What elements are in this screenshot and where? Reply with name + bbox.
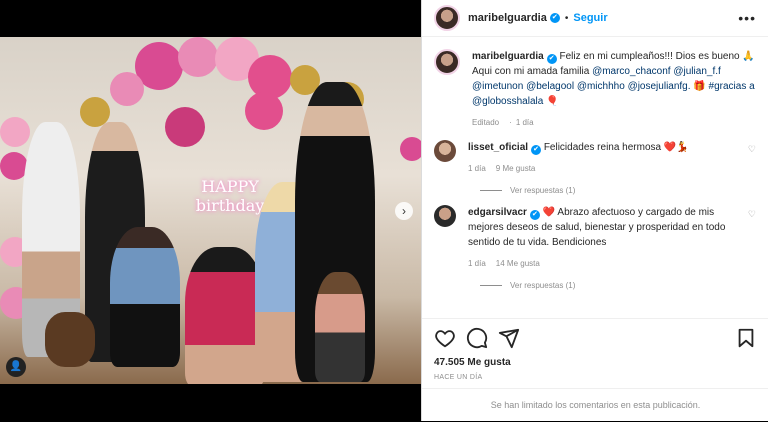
comment-text: edgarsilvacr ✔ ❤️ Abrazo afectuoso y carg… xyxy=(468,205,742,271)
comment-body: Felicidades reina hermosa ❤️💃 xyxy=(543,142,689,153)
view-replies[interactable]: Ver respuestas (1) xyxy=(480,281,756,290)
comment-icon[interactable] xyxy=(466,327,488,349)
media-bottom-bar xyxy=(0,384,421,421)
tagged-people-icon[interactable]: 👤 xyxy=(6,357,26,377)
comment-meta: 1 día 9 Me gusta xyxy=(468,161,742,176)
likes-count[interactable]: 47.505 Me gusta xyxy=(434,357,757,368)
caption-text: maribelguardia ✔ Feliz en mi cumpleaños!!… xyxy=(472,49,756,130)
bookmark-icon[interactable] xyxy=(735,327,757,349)
action-icons xyxy=(434,327,757,349)
mention-link[interactable]: @belagool xyxy=(526,81,574,92)
share-icon[interactable] xyxy=(498,327,520,349)
media-top-bar xyxy=(0,0,421,37)
person xyxy=(185,247,265,384)
balloon xyxy=(400,137,421,161)
next-photo-arrow-icon[interactable]: › xyxy=(395,202,413,220)
avatar[interactable] xyxy=(434,140,456,162)
replies-line xyxy=(480,285,502,286)
edited-label: Editado xyxy=(472,118,500,127)
more-options-icon[interactable]: ••• xyxy=(738,10,756,26)
balloon xyxy=(165,107,205,147)
mention-link[interactable]: @marco_chaconf xyxy=(592,66,671,77)
separator-dot: • xyxy=(564,12,569,24)
mention-link[interactable]: @michhho xyxy=(577,81,625,92)
view-replies-label[interactable]: Ver respuestas (1) xyxy=(510,186,575,195)
balloon xyxy=(0,117,30,147)
dog xyxy=(45,312,95,367)
view-replies[interactable]: Ver respuestas (1) xyxy=(480,186,756,195)
caption-meta: Editado · 1 día xyxy=(472,118,534,127)
mention-link[interactable]: @josejulianfg. xyxy=(628,81,691,92)
view-replies-label[interactable]: Ver respuestas (1) xyxy=(510,281,575,290)
post-sidebar: maribelguardia ✔ • Seguir ••• maribelgua… xyxy=(421,0,768,421)
verified-badge-icon: ✔ xyxy=(529,210,540,220)
comment-meta: 1 día 14 Me gusta xyxy=(468,256,742,271)
instagram-post: HAPPY birthday › 👤 maribelguardia ✔ • Se… xyxy=(0,0,768,421)
comment: lisset_oficial ✔ Felicidades reina hermos… xyxy=(434,140,756,176)
comments-list: maribelguardia ✔ Feliz en mi cumpleaños!!… xyxy=(422,37,768,321)
verified-badge-icon: ✔ xyxy=(531,145,542,155)
verified-badge-icon: ✔ xyxy=(549,13,560,23)
comment-likes[interactable]: 14 Me gusta xyxy=(496,259,540,268)
like-heart-icon[interactable] xyxy=(434,327,456,349)
comment-time: 1 día xyxy=(468,259,486,268)
caption-username[interactable]: maribelguardia xyxy=(472,51,544,62)
comment-likes[interactable]: 9 Me gusta xyxy=(496,164,536,173)
caption: maribelguardia ✔ Feliz en mi cumpleaños!!… xyxy=(434,49,756,130)
verified-badge-icon: ✔ xyxy=(546,54,557,64)
post-header: maribelguardia ✔ • Seguir ••• xyxy=(422,0,768,37)
like-comment-icon[interactable]: ♡ xyxy=(748,209,756,220)
follow-button[interactable]: Seguir xyxy=(573,12,607,24)
mention-link[interactable]: @imetunon xyxy=(472,81,523,92)
header-username[interactable]: maribelguardia xyxy=(468,12,547,24)
avatar[interactable] xyxy=(434,5,460,31)
post-photo[interactable]: HAPPY birthday › 👤 xyxy=(0,37,421,384)
avatar[interactable] xyxy=(434,205,456,227)
like-comment-icon[interactable]: ♡ xyxy=(748,144,756,155)
avatar[interactable] xyxy=(434,49,460,75)
person xyxy=(315,272,365,382)
comment-time: 1 día xyxy=(468,164,486,173)
caption-emoji: 🎁 xyxy=(690,81,709,92)
balloon xyxy=(178,37,218,77)
caption-time: 1 día xyxy=(515,118,534,127)
action-bar: 47.505 Me gusta HACE UN DÍA xyxy=(422,318,768,381)
person xyxy=(110,227,180,367)
comments-limited-notice: Se han limitado los comentarios en esta … xyxy=(422,388,768,421)
balloon-emoji: 🎈 xyxy=(546,96,559,107)
comment: edgarsilvacr ✔ ❤️ Abrazo afectuoso y carg… xyxy=(434,205,756,271)
replies-line xyxy=(480,190,502,191)
comment-username[interactable]: lisset_oficial xyxy=(468,142,528,153)
comment-text: lisset_oficial ✔ Felicidades reina hermos… xyxy=(468,140,742,176)
mention-link[interactable]: @julian_f.f xyxy=(673,66,720,77)
comment-username[interactable]: edgarsilvacr xyxy=(468,207,527,218)
balloon xyxy=(245,92,283,130)
balloon xyxy=(110,72,144,106)
post-date: HACE UN DÍA xyxy=(434,374,483,381)
